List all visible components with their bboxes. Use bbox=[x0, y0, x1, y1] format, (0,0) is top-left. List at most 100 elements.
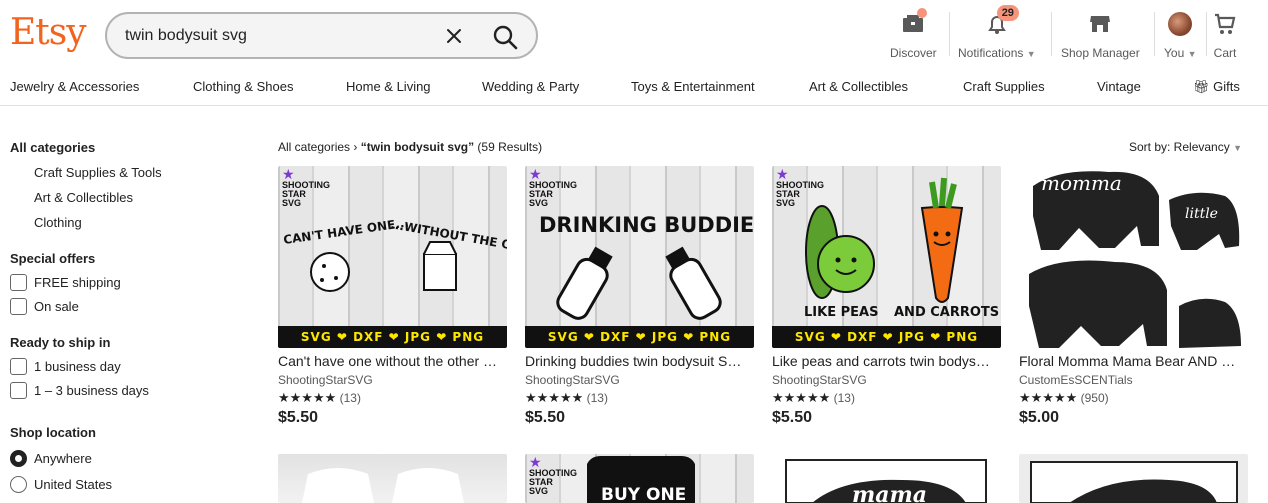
price: $5.00 bbox=[1019, 409, 1060, 426]
listing-title[interactable]: Drinking buddies twin bodysuit SVG bbox=[525, 353, 747, 369]
notifications-label: Notifications ▼ bbox=[958, 46, 1036, 60]
search-bar[interactable] bbox=[105, 12, 538, 59]
nav-discover[interactable]: Discover bbox=[890, 8, 937, 60]
breadcrumb-query: “twin bodysuit svg” bbox=[360, 140, 475, 154]
category-toys[interactable]: Toys & Entertainment bbox=[631, 79, 755, 94]
price: $5.50 bbox=[525, 409, 566, 426]
milk-carton-drawing bbox=[423, 253, 457, 291]
breadcrumb-root[interactable]: All categories bbox=[278, 140, 350, 154]
discover-dot bbox=[917, 8, 928, 18]
art-text: mama bbox=[852, 482, 927, 503]
format-strip: SVG ❤ DXF ❤ JPG ❤ PNG bbox=[772, 326, 1001, 348]
star-rating-icon: ★★★★★ bbox=[1019, 390, 1078, 405]
category-wedding[interactable]: Wedding & Party bbox=[482, 79, 579, 94]
category-craft[interactable]: Craft Supplies bbox=[963, 79, 1045, 94]
caret-down-icon: ▼ bbox=[1233, 143, 1242, 153]
category-art[interactable]: Art & Collectibles bbox=[809, 79, 908, 94]
listing-card[interactable]: ★ SHOOTING STAR SVG BUY ONE bbox=[525, 454, 755, 503]
category-clothing[interactable]: Clothing & Shoes bbox=[193, 79, 293, 94]
cookie-drawing bbox=[310, 252, 350, 292]
rating: ★★★★★ (13) bbox=[278, 390, 361, 405]
gift-icon: 🎁︎ bbox=[1193, 79, 1210, 94]
star-rating-icon: ★★★★★ bbox=[772, 390, 831, 405]
listing-title[interactable]: Can't have one without the other SVG bbox=[278, 353, 500, 369]
shop-name: ShootingStarSVG bbox=[772, 373, 867, 387]
listing-image[interactable]: mama bbox=[772, 454, 1001, 503]
category-vintage[interactable]: Vintage bbox=[1097, 79, 1141, 94]
shop-icon bbox=[1088, 12, 1112, 36]
listing-title[interactable]: Floral Momma Mama Bear AND Little bbox=[1019, 353, 1241, 369]
caret-down-icon: ▼ bbox=[1026, 49, 1036, 59]
rating: ★★★★★ (13) bbox=[772, 390, 855, 405]
category-nav: Jewelry & Accessories Clothing & Shoes H… bbox=[0, 74, 1268, 106]
price: $5.50 bbox=[278, 409, 319, 426]
avatar bbox=[1168, 12, 1193, 36]
listing-image[interactable]: ★ SHOOTING STAR SVG CAN'T HAVE ONE... ...WI… bbox=[278, 166, 507, 348]
nav-you[interactable]: You ▼ bbox=[1164, 12, 1197, 60]
listing-card[interactable]: ★ SHOOTING STAR SVG CAN'T HAVE ONE... ...WI… bbox=[278, 166, 508, 427]
ready-to-ship-heading: Ready to ship in bbox=[10, 335, 111, 350]
category-gifts[interactable]: 🎁︎ Gifts bbox=[1193, 79, 1240, 95]
listing-card[interactable]: ★ SHOOTING STAR SVG LIKE PEAS AND CARROTS S… bbox=[772, 166, 1002, 427]
shop-name: ShootingStarSVG bbox=[278, 373, 373, 387]
search-input[interactable] bbox=[125, 24, 425, 48]
special-offers-heading: Special offers bbox=[10, 251, 96, 266]
cub-silhouette bbox=[1179, 298, 1241, 348]
nav-separator bbox=[1154, 12, 1155, 56]
star-rating-icon: ★★★★★ bbox=[525, 390, 584, 405]
cart-label: Cart bbox=[1213, 46, 1237, 60]
subcategory-art[interactable]: Art & Collectibles bbox=[34, 190, 133, 205]
listing-image[interactable]: ★ SHOOTING STAR SVG DRINKING BUDDIES SVG ❤ … bbox=[525, 166, 754, 348]
mama-bear-silhouette bbox=[1029, 260, 1167, 348]
etsy-logo[interactable]: Etsy bbox=[10, 12, 87, 53]
subcategory-craft-supplies[interactable]: Craft Supplies & Tools bbox=[34, 165, 162, 180]
listing-image[interactable]: momma little bbox=[1019, 166, 1248, 348]
chevron-right-icon: › bbox=[353, 140, 358, 154]
clear-search-icon[interactable] bbox=[443, 25, 465, 47]
you-label: You ▼ bbox=[1164, 46, 1197, 60]
listing-card[interactable] bbox=[1019, 454, 1249, 503]
art-text: little bbox=[1185, 206, 1218, 222]
art-text: DRINKING BUDDIES bbox=[539, 213, 754, 237]
nav-separator bbox=[1051, 12, 1052, 56]
listing-card[interactable]: momma little Floral Momma Mama Bear AND … bbox=[1019, 166, 1249, 427]
category-jewelry[interactable]: Jewelry & Accessories bbox=[10, 79, 139, 94]
listing-card[interactable]: ★ SHOOTING STAR SVG DRINKING BUDDIES SVG ❤ … bbox=[525, 166, 755, 427]
shop-manager-label: Shop Manager bbox=[1061, 46, 1140, 60]
nav-cart[interactable]: Cart bbox=[1213, 12, 1237, 60]
art-text-left: LIKE PEAS bbox=[804, 305, 878, 320]
bottle-drawing bbox=[556, 246, 613, 320]
nav-separator bbox=[949, 12, 950, 56]
listing-card[interactable]: mama bbox=[772, 454, 1002, 503]
sort-dropdown[interactable]: Sort by: Relevancy ▼ bbox=[1129, 140, 1242, 154]
art-text: momma bbox=[1041, 171, 1122, 195]
listing-image[interactable] bbox=[278, 454, 507, 503]
subcategory-clothing[interactable]: Clothing bbox=[34, 215, 82, 230]
format-strip: SVG ❤ DXF ❤ JPG ❤ PNG bbox=[278, 326, 507, 348]
pea-drawing bbox=[817, 235, 875, 293]
notification-count-badge: 29 bbox=[996, 5, 1019, 21]
breadcrumb: All categories › “twin bodysuit svg” (59… bbox=[278, 140, 542, 154]
shop-location-heading: Shop location bbox=[10, 425, 96, 440]
shop-name: CustomEsSCENTials bbox=[1019, 373, 1133, 387]
star-rating-icon: ★★★★★ bbox=[278, 390, 337, 405]
art-text: BUY ONE bbox=[601, 485, 686, 503]
search-icon[interactable] bbox=[491, 23, 519, 51]
listing-image[interactable]: ★ SHOOTING STAR SVG LIKE PEAS AND CARROTS S… bbox=[772, 166, 1001, 348]
all-categories-heading[interactable]: All categories bbox=[10, 140, 95, 155]
rating: ★★★★★ (950) bbox=[1019, 390, 1109, 405]
discover-label: Discover bbox=[890, 46, 937, 60]
category-home[interactable]: Home & Living bbox=[346, 79, 431, 94]
result-count: (59 Results) bbox=[477, 140, 543, 154]
nav-notifications[interactable]: 29 Notifications ▼ bbox=[958, 5, 1036, 60]
listing-card[interactable] bbox=[278, 454, 508, 503]
cart-icon bbox=[1213, 12, 1237, 36]
price: $5.50 bbox=[772, 409, 813, 426]
bottle-drawing bbox=[665, 246, 722, 320]
listing-image[interactable] bbox=[1019, 454, 1248, 503]
discover-icon bbox=[901, 8, 928, 36]
nav-shop-manager[interactable]: Shop Manager bbox=[1061, 12, 1140, 60]
listing-title[interactable]: Like peas and carrots twin bodysuit SVG bbox=[772, 353, 994, 369]
bell-icon: 29 bbox=[985, 5, 1019, 36]
listing-image[interactable]: ★ SHOOTING STAR SVG BUY ONE bbox=[525, 454, 754, 503]
